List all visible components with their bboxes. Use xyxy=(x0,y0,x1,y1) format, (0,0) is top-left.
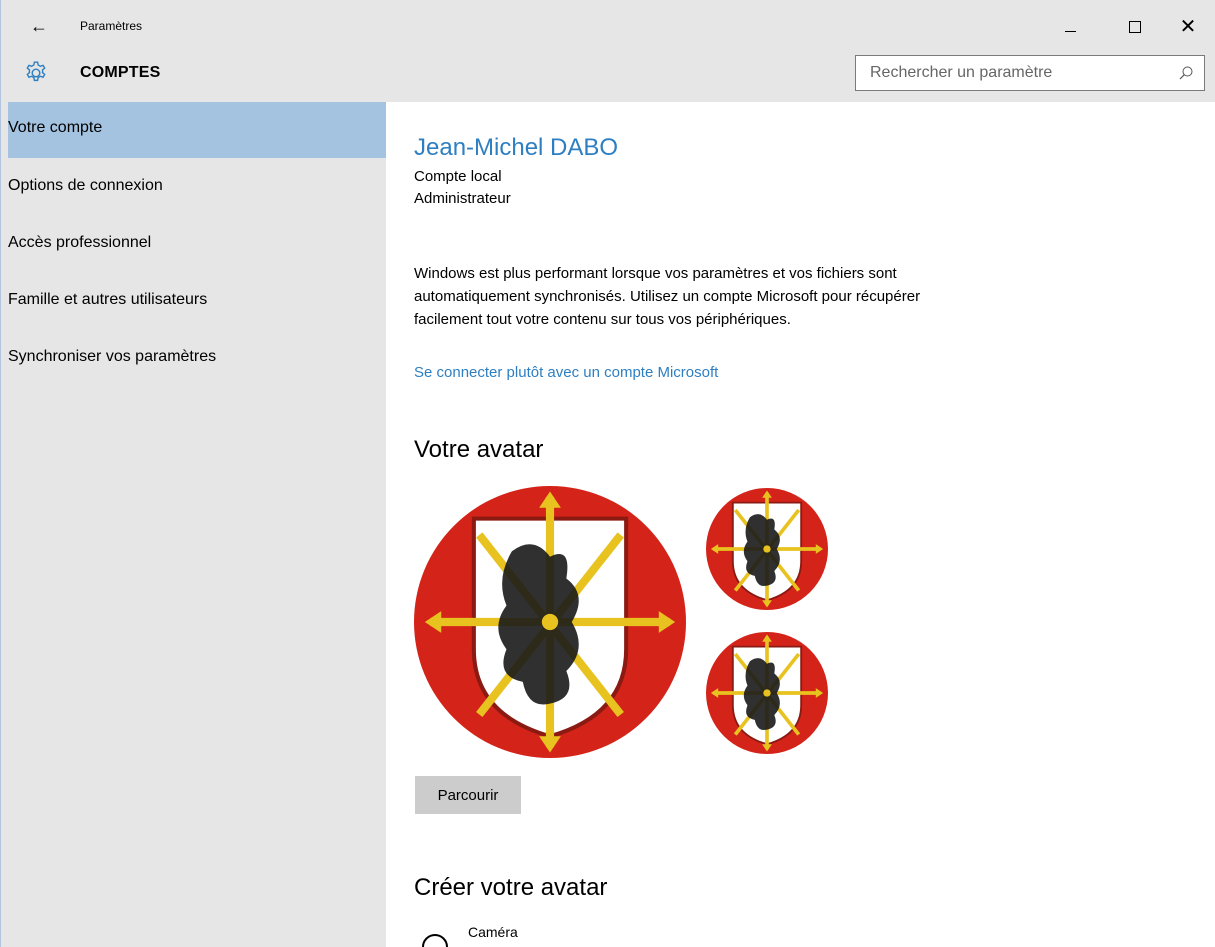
section-title: COMPTES xyxy=(80,64,161,81)
coat-of-arms-image xyxy=(414,486,686,758)
browse-button[interactable]: Parcourir xyxy=(415,776,521,814)
microsoft-account-link[interactable]: Se connecter plutôt avec un compte Micro… xyxy=(414,364,718,381)
coat-of-arms-image xyxy=(706,632,828,754)
close-button[interactable]: ✕ xyxy=(1168,12,1208,42)
sidebar-item-label: Accès professionnel xyxy=(8,234,152,251)
sidebar-item-label: Synchroniser vos paramètres xyxy=(8,348,217,365)
user-name: Jean-Michel DABO xyxy=(414,134,619,161)
avatar-heading: Votre avatar xyxy=(414,436,544,463)
sidebar-item-label: Options de connexion xyxy=(8,177,163,194)
sidebar-item-famille[interactable]: Famille et autres utilisateurs xyxy=(8,274,386,330)
create-avatar-heading: Créer votre avatar xyxy=(414,874,608,901)
sidebar-item-label: Famille et autres utilisateurs xyxy=(8,291,208,308)
sidebar-item-label: Votre compte xyxy=(8,119,103,136)
minimize-button[interactable] xyxy=(1050,12,1090,42)
title-bar: ← Paramètres ✕ xyxy=(0,0,1215,52)
close-icon: ✕ xyxy=(1179,16,1197,38)
settings-header: COMPTES xyxy=(0,52,1215,102)
sidebar-item-votre-compte[interactable]: Votre compte xyxy=(8,102,386,158)
camera-label: Caméra xyxy=(468,924,518,940)
search-icon[interactable] xyxy=(1178,65,1194,81)
account-type: Compte local xyxy=(414,168,502,185)
previous-avatar-1[interactable] xyxy=(706,488,828,610)
window-border xyxy=(0,0,1,947)
camera-icon xyxy=(422,934,448,947)
search-input[interactable] xyxy=(856,56,1180,90)
sidebar-nav: Votre compte Options de connexion Accès … xyxy=(0,102,386,947)
gear-icon xyxy=(26,61,46,82)
minimize-icon xyxy=(1064,30,1076,32)
account-role: Administrateur xyxy=(414,190,511,207)
search-box[interactable] xyxy=(855,55,1205,91)
maximize-button[interactable] xyxy=(1115,12,1155,42)
main-content: Jean-Michel DABO Compte local Administra… xyxy=(386,102,1215,947)
sidebar-item-options-connexion[interactable]: Options de connexion xyxy=(8,160,386,216)
back-arrow-icon[interactable]: ← xyxy=(30,16,48,36)
sidebar-item-synchroniser[interactable]: Synchroniser vos paramètres xyxy=(8,331,386,387)
sync-message: Windows est plus performant lorsque vos … xyxy=(414,265,921,328)
coat-of-arms-image xyxy=(706,488,828,610)
maximize-icon xyxy=(1129,21,1141,33)
previous-avatar-2[interactable] xyxy=(706,632,828,754)
sidebar-item-acces-professionnel[interactable]: Accès professionnel xyxy=(8,217,386,273)
window-title: Paramètres xyxy=(80,19,143,33)
current-avatar xyxy=(414,486,686,758)
settings-window: ← Paramètres ✕ COMPTES Votre compte Opti… xyxy=(0,0,1215,947)
